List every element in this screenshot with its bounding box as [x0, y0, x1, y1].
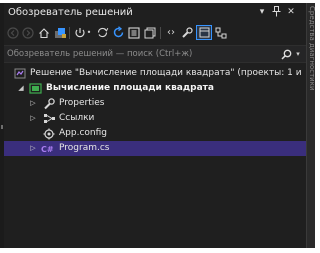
panel-title: Обозреватель решений: [8, 7, 133, 18]
tree-item-project[interactable]: ◢ Вычисление площади квадрата: [4, 81, 306, 96]
left-edge-marker: [1, 125, 3, 129]
search-bar: ▾: [4, 45, 306, 63]
tree-item-app-config[interactable]: App.config: [4, 126, 306, 141]
csharp-file-icon: C#: [41, 142, 57, 155]
tree-item-label: Ссылки: [59, 113, 95, 123]
sync-active-document-icon[interactable]: [95, 25, 109, 40]
solution-explorer-panel: Обозреватель решений ▾ ✕ • ‹› Обозревате…: [4, 3, 306, 248]
search-input[interactable]: [7, 47, 269, 61]
pin-glyph: [272, 6, 280, 17]
references-icon: [42, 112, 56, 125]
wrench-icon: [42, 97, 56, 110]
config-file-icon: [42, 127, 56, 140]
panel-titlebar: Обозреватель решений ▾ ✕: [4, 3, 306, 23]
forward-icon[interactable]: [21, 25, 35, 40]
collapse-all-icon[interactable]: [127, 25, 141, 40]
expand-arrow-icon[interactable]: ▷: [28, 142, 38, 155]
side-tab-label: Средства диагностики: [308, 6, 315, 91]
toolbar-separator: [69, 27, 70, 39]
refresh-icon[interactable]: [111, 25, 125, 40]
properties-icon[interactable]: [180, 25, 194, 40]
solution-explorer-toolbar: • ‹›: [4, 23, 306, 43]
diagnostic-tools-side-tab[interactable]: Средства диагностики: [306, 3, 315, 248]
search-icon[interactable]: [279, 47, 293, 61]
tree-item-label: Вычисление площади квадрата: [46, 83, 214, 93]
preview-selected-icon[interactable]: ‹›: [164, 25, 178, 40]
tree-item-properties[interactable]: ▷ Properties: [4, 96, 306, 111]
show-all-files-icon[interactable]: [143, 25, 157, 40]
tree-item-program-cs[interactable]: ▷ C# Program.cs: [4, 141, 306, 156]
class-view-icon[interactable]: [214, 25, 228, 40]
close-icon[interactable]: ✕: [285, 6, 297, 19]
expand-arrow-icon[interactable]: ▷: [28, 97, 38, 110]
tree-item-label: App.config: [59, 128, 107, 138]
filter-dropdown-icon[interactable]: •: [85, 25, 93, 40]
switch-views-icon[interactable]: [53, 25, 67, 40]
tree-item-solution[interactable]: Решение "Вычисление площади квадрата" (п…: [4, 66, 306, 81]
window-position-dropdown-icon[interactable]: ▾: [257, 6, 267, 19]
pin-icon[interactable]: [270, 6, 282, 19]
back-icon[interactable]: [6, 25, 20, 40]
expand-arrow-icon[interactable]: ▷: [28, 112, 38, 125]
tree-item-label: Program.cs: [59, 143, 110, 153]
csharp-project-icon: [28, 82, 42, 95]
toolbar-separator: [160, 27, 161, 39]
solution-icon: [13, 67, 27, 80]
svg-text:C#: C#: [41, 145, 54, 154]
search-options-dropdown-icon[interactable]: ▾: [293, 47, 303, 61]
tree-item-references[interactable]: ▷ Ссылки: [4, 111, 306, 126]
tree-item-label: Решение "Вычисление площади квадрата" (п…: [30, 68, 302, 78]
home-icon[interactable]: [37, 25, 51, 40]
active-view-icon[interactable]: [196, 25, 212, 40]
tree-item-label: Properties: [59, 98, 105, 108]
collapse-arrow-icon[interactable]: ◢: [16, 82, 26, 95]
